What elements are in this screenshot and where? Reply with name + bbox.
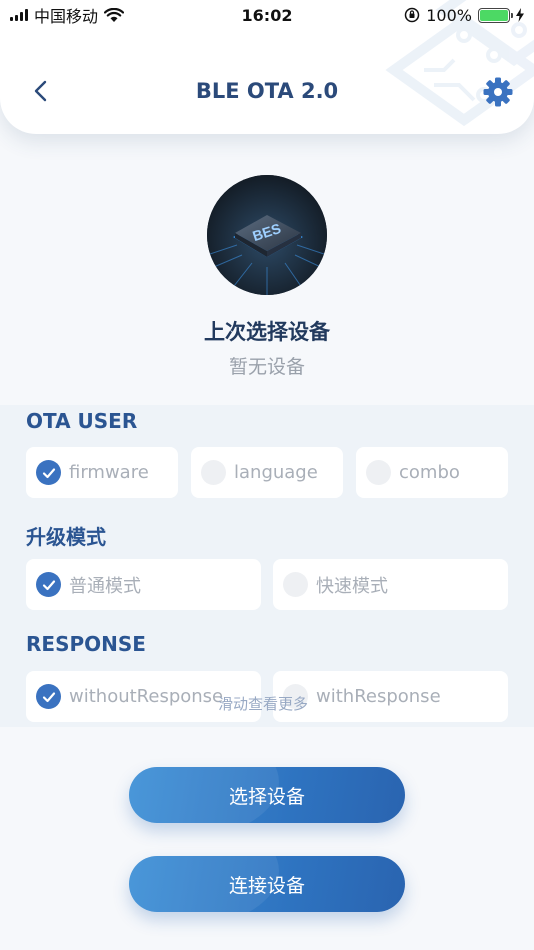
ota-user-title: OTA USER [26, 409, 138, 433]
option-firmware[interactable]: firmware [26, 447, 178, 498]
battery-percent: 100% [426, 5, 472, 25]
check-circle-icon [36, 572, 61, 597]
charging-bolt-icon [516, 8, 524, 22]
empty-circle-icon [201, 460, 226, 485]
empty-circle-icon [366, 460, 391, 485]
option-label: 快速模式 [316, 575, 388, 597]
wifi-icon [104, 7, 125, 22]
select-device-button[interactable]: 选择设备 [129, 767, 405, 823]
orientation-lock-icon [405, 7, 420, 23]
device-avatar: BES [207, 175, 327, 295]
scroll-hint: 滑动查看更多 [218, 695, 309, 713]
connect-device-button[interactable]: 连接设备 [129, 856, 405, 912]
option-language[interactable]: language [191, 447, 343, 498]
option-label: language [234, 462, 318, 483]
last-device-value: 暂无设备 [228, 356, 305, 378]
upgrade-mode-title: 升级模式 [26, 525, 106, 549]
option-label: 普通模式 [69, 575, 141, 597]
signal-icon [10, 9, 28, 21]
button-label: 选择设备 [228, 785, 305, 808]
page-title: BLE OTA 2.0 [195, 79, 339, 103]
options-panel[interactable]: OTA USER firmware language combo 升级模式 普通… [0, 405, 534, 727]
battery-icon [478, 7, 513, 23]
option-label: combo [399, 462, 460, 483]
button-label: 连接设备 [228, 874, 305, 897]
check-circle-icon [36, 684, 61, 709]
option-normal-mode[interactable]: 普通模式 [26, 559, 261, 610]
settings-button[interactable] [482, 76, 514, 108]
option-fast-mode[interactable]: 快速模式 [273, 559, 508, 610]
check-circle-icon [36, 460, 61, 485]
carrier-label: 中国移动 [34, 7, 99, 26]
last-device-title: 上次选择设备 [204, 320, 330, 344]
option-label: firmware [69, 462, 149, 483]
option-label: withoutResponse [69, 686, 224, 707]
chip-image-icon: BES [207, 175, 327, 295]
status-bar: 中国移动 16:02 100% [0, 0, 534, 30]
option-combo[interactable]: combo [356, 447, 508, 498]
gear-icon [483, 77, 513, 107]
response-title: RESPONSE [26, 632, 146, 656]
option-with-response[interactable]: withResponse [273, 671, 508, 722]
option-label: withResponse [316, 686, 441, 707]
empty-circle-icon [283, 572, 308, 597]
